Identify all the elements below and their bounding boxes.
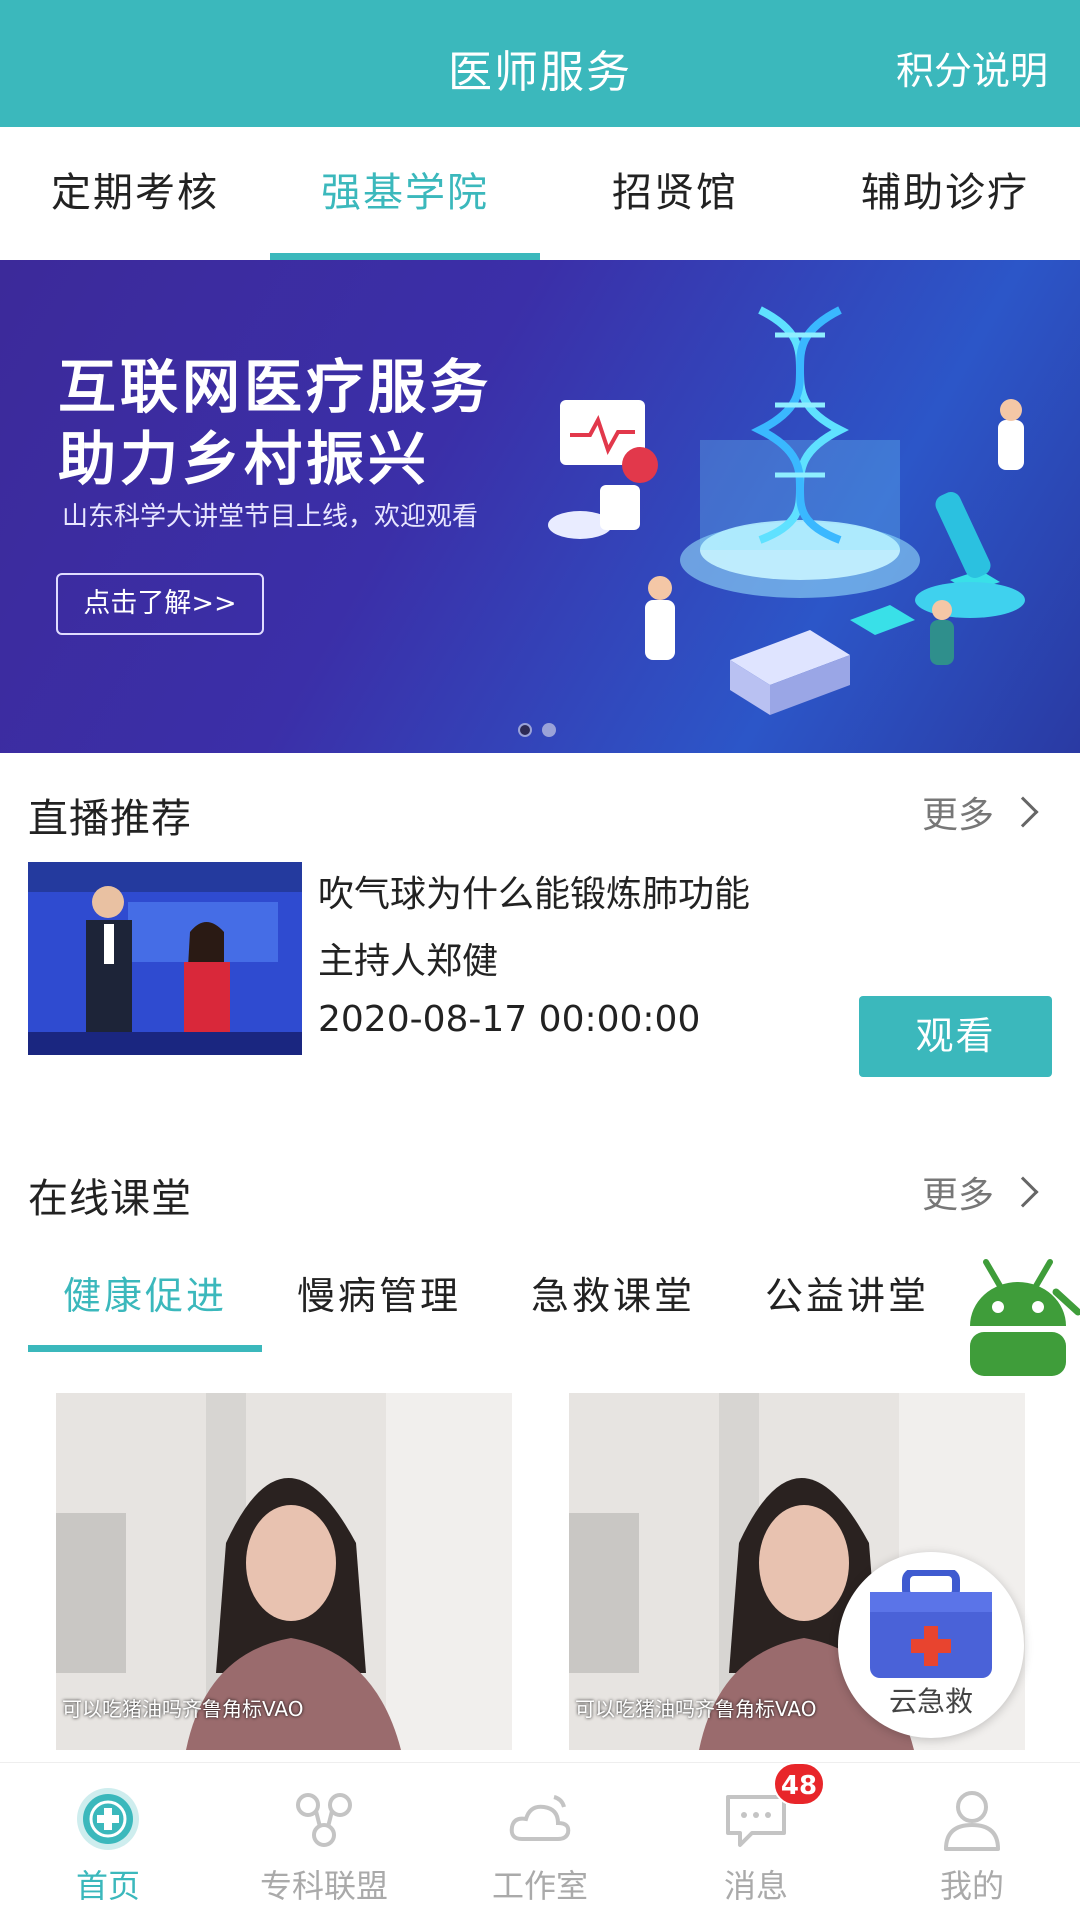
nav-home[interactable]: 首页 — [0, 1763, 216, 1920]
tab-academy[interactable]: 强基学院 — [270, 127, 540, 260]
more-label: 更多 — [921, 1175, 994, 1216]
cloud-emergency-button[interactable]: 云急救 — [838, 1552, 1024, 1738]
network-icon — [296, 1793, 352, 1847]
live-more-link[interactable]: 更多 — [921, 786, 1039, 838]
home-plus-icon — [77, 1788, 139, 1850]
user-icon — [944, 1791, 1000, 1851]
more-label: 更多 — [921, 795, 994, 836]
chevron-right-icon — [1007, 1176, 1039, 1208]
nav-specialty-alliance[interactable]: 专科联盟 — [216, 1763, 432, 1920]
chevron-right-icon — [1007, 796, 1039, 828]
live-datetime: 2020-08-17 00:00:00 — [318, 999, 701, 1040]
fab-label: 云急救 — [888, 1685, 973, 1718]
live-host: 主持人郑健 — [318, 941, 499, 982]
nav-messages[interactable]: 消息 — [648, 1763, 864, 1920]
banner-pager — [518, 723, 556, 737]
promo-banner[interactable]: 互联网医疗服务 助力乡村振兴 山东科学大讲堂节目上线，欢迎观看 点击了解>> — [0, 260, 1080, 753]
nav-mine[interactable]: 我的 — [864, 1763, 1080, 1920]
nav-label: 我的 — [939, 1867, 1004, 1905]
course-category-tabs: 健康促进 慢病管理 急救课堂 公益讲堂 — [28, 1248, 988, 1352]
cloud-icon — [509, 1795, 571, 1841]
top-tab-bar: 定期考核 强基学院 招贤馆 辅助诊疗 — [0, 127, 1080, 260]
courses-more-link[interactable]: 更多 — [921, 1166, 1039, 1218]
tab-periodic-assessment[interactable]: 定期考核 — [0, 127, 270, 260]
course-caption: 可以吃猪油吗齐鲁角标VAO — [62, 1697, 304, 1721]
message-count-badge: 48 — [773, 1762, 825, 1806]
course-card[interactable]: 可以吃猪油吗齐鲁角标VAO — [56, 1393, 512, 1750]
courses-section-title: 在线课堂 — [28, 1176, 192, 1222]
tab-assisted-diagnosis[interactable]: 辅助诊疗 — [810, 127, 1080, 260]
tab-first-aid[interactable]: 急救课堂 — [496, 1248, 730, 1352]
live-video-title[interactable]: 吹气球为什么能锻炼肺功能 — [318, 865, 750, 917]
nav-studio[interactable]: 工作室 — [432, 1763, 648, 1920]
pager-dot[interactable] — [542, 723, 556, 737]
course-caption: 可以吃猪油吗齐鲁角标VAO — [575, 1697, 817, 1721]
watch-button[interactable]: 观看 — [859, 996, 1052, 1077]
banner-learn-more-button[interactable]: 点击了解>> — [56, 573, 264, 635]
nav-label: 专科联盟 — [259, 1867, 388, 1905]
banner-subtitle: 山东科学大讲堂节目上线，欢迎观看 — [62, 502, 479, 532]
tab-public-lecture[interactable]: 公益讲堂 — [730, 1248, 964, 1352]
pager-dot[interactable] — [518, 723, 532, 737]
tab-recruitment[interactable]: 招贤馆 — [540, 127, 810, 260]
tab-chronic-disease[interactable]: 慢病管理 — [262, 1248, 496, 1352]
app-header: 医师服务 积分说明 — [0, 0, 1080, 127]
studio-image — [28, 862, 302, 1055]
points-info-link[interactable]: 积分说明 — [896, 40, 1048, 95]
live-section-title: 直播推荐 — [28, 796, 192, 842]
tab-health-promotion[interactable]: 健康促进 — [28, 1248, 262, 1352]
banner-illustration — [548, 306, 1025, 715]
nav-label: 首页 — [75, 1867, 140, 1905]
nav-label: 工作室 — [491, 1867, 588, 1905]
bottom-nav: 首页 专科联盟 工作室 消息 我的 — [0, 1762, 1080, 1920]
medical-kit-icon — [870, 1570, 992, 1678]
android-robot-icon[interactable] — [956, 1252, 1080, 1380]
banner-headline-2: 助力乡村振兴 — [58, 425, 431, 493]
live-video-thumbnail[interactable] — [28, 862, 302, 1055]
nav-label: 消息 — [723, 1867, 788, 1905]
